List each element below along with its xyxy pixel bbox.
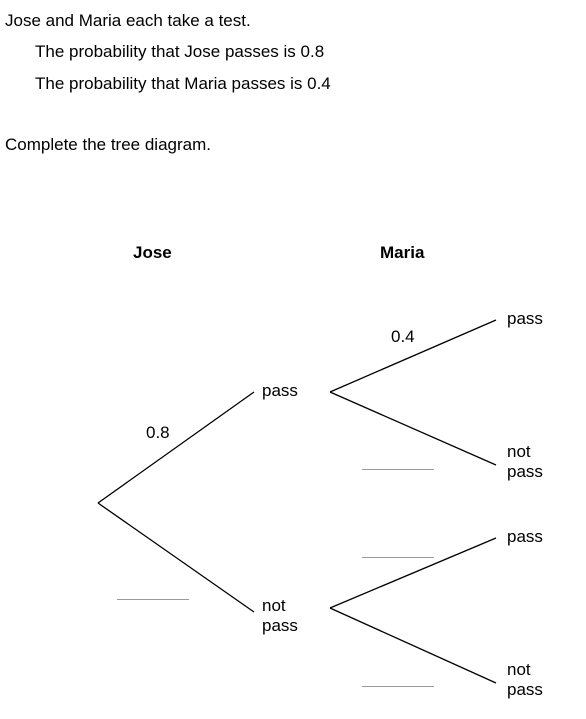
maria-outcome-not-pass-lower: pass [507, 680, 543, 699]
tree-diagram-branches [97, 319, 497, 684]
branch-maria-pass-after-jose-not-pass [329, 537, 497, 609]
branch-maria-not-pass-after-jose-not-pass [329, 607, 497, 684]
maria-pass-after-jose-not-pass-blank[interactable] [362, 557, 434, 558]
jose-pass-probability: 0.8 [146, 423, 170, 442]
maria-outcome-not-lower: not [507, 660, 531, 679]
jose-outcome-not-pass: pass [262, 616, 298, 635]
maria-outcome-not-upper: not [507, 442, 531, 461]
maria-pass-probability: 0.4 [391, 327, 415, 346]
maria-not-pass-after-jose-not-pass-blank[interactable] [362, 686, 434, 687]
maria-outcome-pass-lower: pass [507, 527, 543, 546]
branch-jose-pass [97, 391, 255, 504]
maria-outcome-not-pass-upper: pass [507, 462, 543, 481]
maria-not-pass-after-jose-pass-blank[interactable] [362, 469, 434, 470]
jose-not-pass-probability-blank[interactable] [117, 599, 189, 600]
branch-jose-not-pass [97, 502, 255, 613]
jose-outcome-pass: pass [262, 381, 298, 400]
maria-outcome-pass-upper: pass [507, 309, 543, 328]
branch-maria-not-pass-after-jose-pass [329, 391, 497, 466]
jose-outcome-not: not [262, 596, 286, 615]
